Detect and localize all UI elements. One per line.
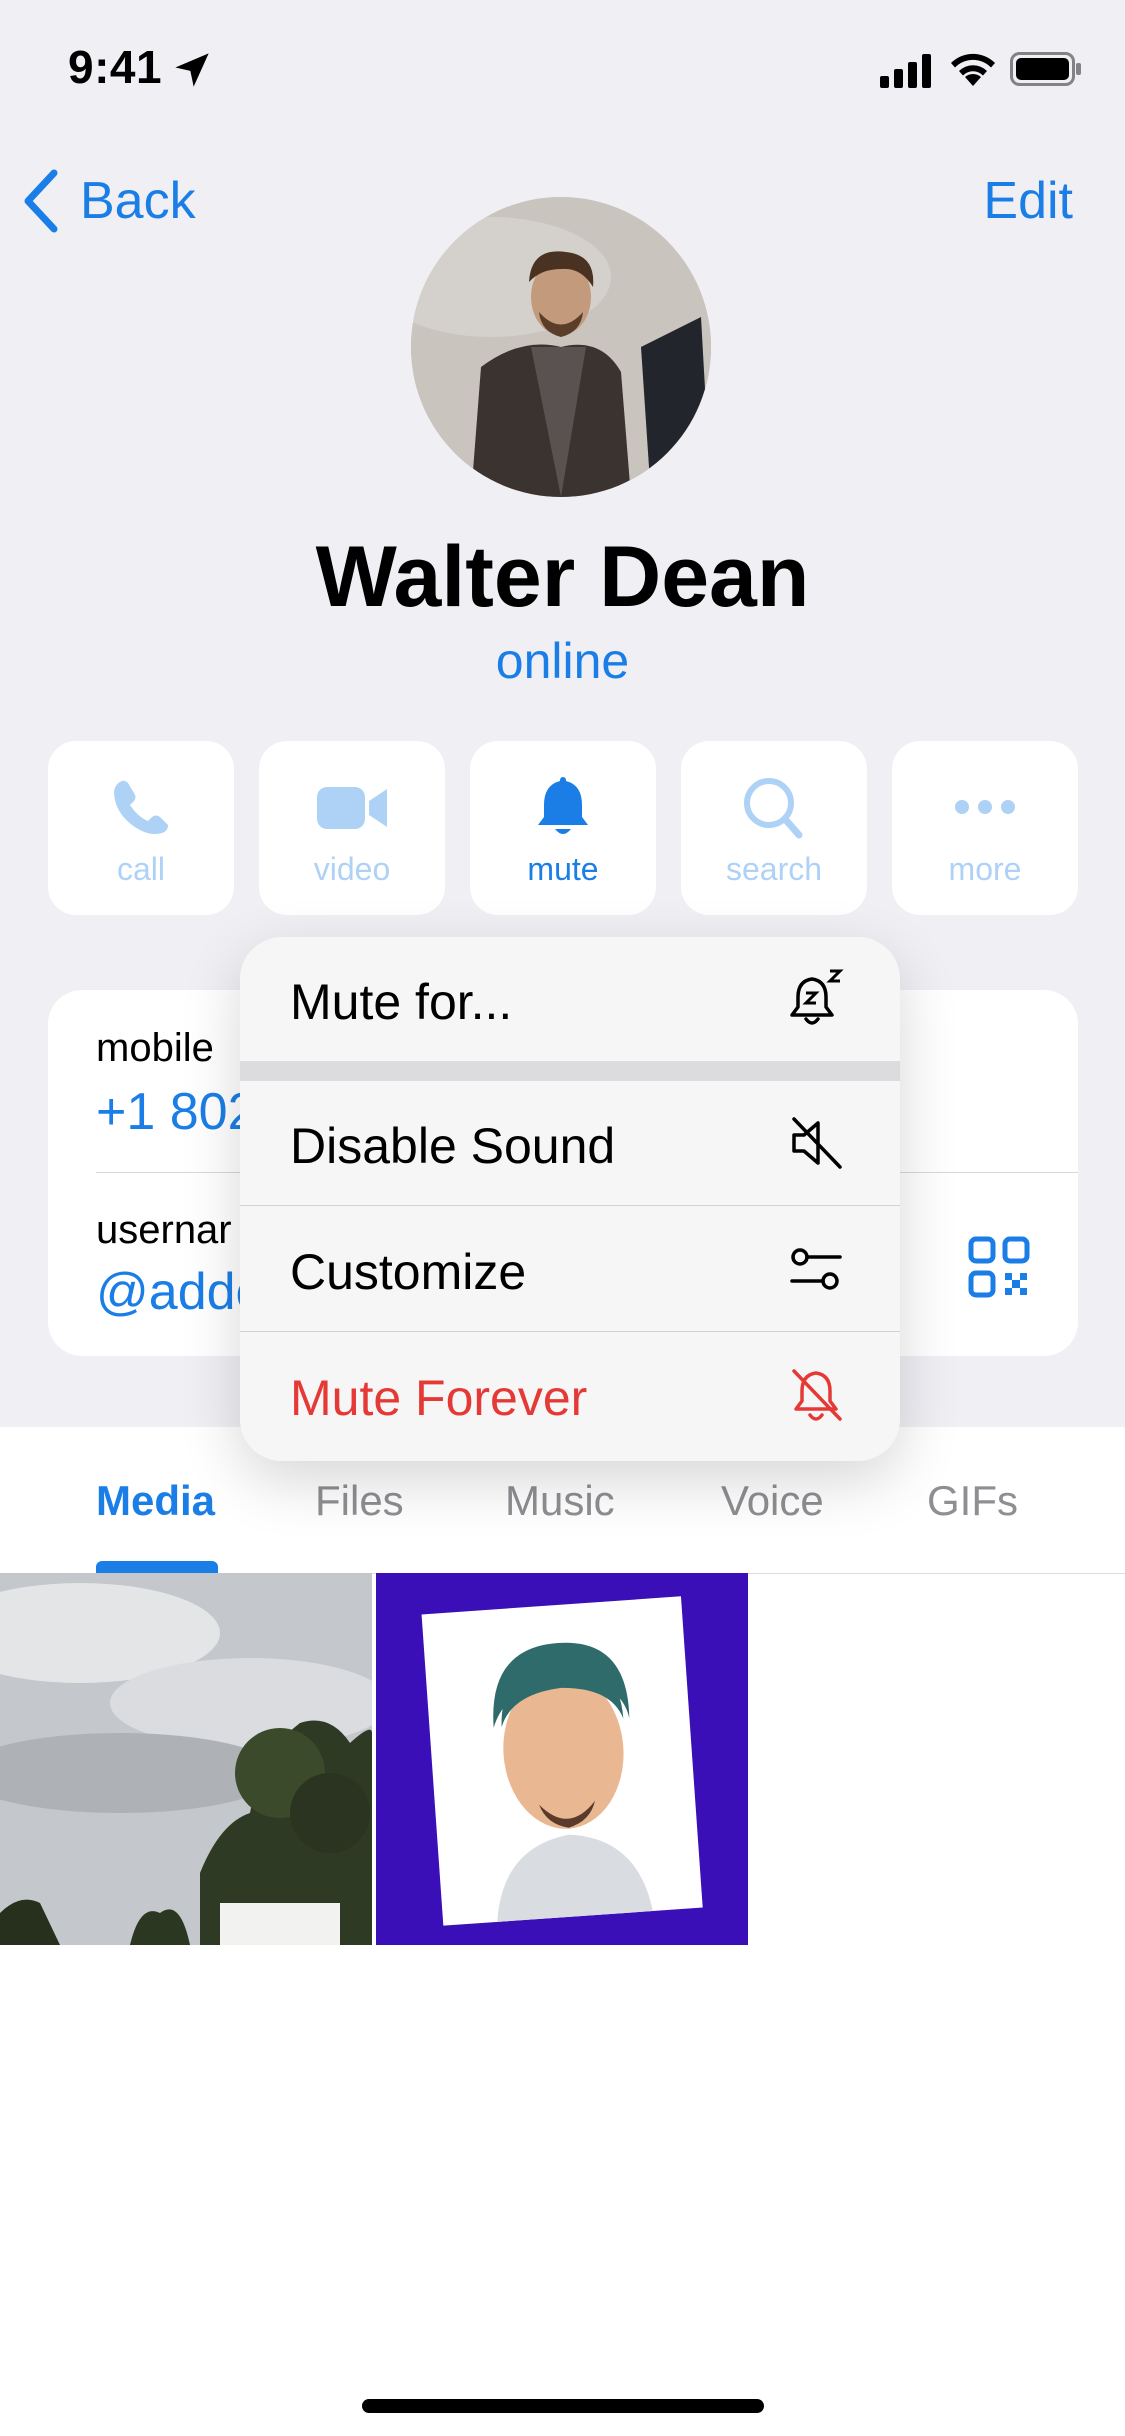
avatar[interactable]: [411, 197, 711, 497]
menu-divider: [240, 1205, 900, 1206]
wifi-icon: [951, 53, 995, 86]
more-button[interactable]: more: [892, 741, 1078, 915]
status-time: 9:41: [68, 41, 163, 93]
media-photo: [0, 1573, 372, 1945]
qr-code-icon[interactable]: [968, 1236, 1030, 1298]
media-thumbnail[interactable]: [0, 1573, 372, 1945]
chevron-left-icon: [24, 169, 58, 233]
avatar-photo: [411, 197, 711, 497]
search-label: search: [725, 851, 823, 887]
edit-button[interactable]: Edit: [983, 166, 1073, 236]
tab-media[interactable]: Media: [96, 1477, 215, 1525]
media-illustration: [376, 1573, 748, 1945]
video-camera-icon: [317, 787, 387, 829]
sliders-icon: [790, 1248, 842, 1290]
mobile-label: mobile: [96, 1026, 214, 1070]
mute-label: mute: [527, 851, 599, 887]
phone-icon: [114, 780, 168, 834]
search-button[interactable]: search: [681, 741, 867, 915]
speaker-muted-icon: [792, 1117, 842, 1169]
bell-zz-icon: [790, 969, 844, 1025]
mute-context-menu: Mute for... Disable Sound Customize Mute…: [240, 937, 900, 1461]
tab-voice[interactable]: Voice: [721, 1477, 824, 1525]
more-label: more: [948, 851, 1022, 887]
cellular-signal-icon: [880, 54, 931, 88]
menu-item-label: Mute for...: [290, 974, 513, 1030]
back-button[interactable]: Back: [22, 166, 196, 236]
tab-gifs[interactable]: GIFs: [927, 1477, 1018, 1525]
menu-item-mute-for[interactable]: Mute for...: [240, 937, 900, 1061]
location-arrow-icon: [175, 53, 209, 87]
call-button[interactable]: call: [48, 741, 234, 915]
username-label: usernar: [96, 1208, 232, 1252]
battery-icon: [1010, 52, 1081, 86]
action-buttons-row: call video mute search more: [48, 741, 1078, 915]
menu-item-mute-forever[interactable]: Mute Forever: [240, 1333, 900, 1457]
media-thumbnail[interactable]: [376, 1573, 748, 1945]
menu-item-disable-sound[interactable]: Disable Sound: [240, 1081, 900, 1205]
menu-section-gap: [240, 1061, 900, 1081]
menu-divider: [240, 1331, 900, 1332]
contact-name: Walter Dean: [315, 529, 810, 625]
search-icon: [744, 778, 803, 839]
menu-item-customize[interactable]: Customize: [240, 1207, 900, 1331]
call-label: call: [116, 851, 165, 887]
online-status: online: [495, 633, 630, 689]
tab-files[interactable]: Files: [315, 1477, 404, 1525]
tab-music[interactable]: Music: [505, 1477, 615, 1525]
home-indicator[interactable]: [362, 2399, 764, 2413]
more-dots-icon: [955, 800, 1015, 814]
active-tab-indicator: [96, 1561, 218, 1573]
video-label: video: [313, 851, 391, 887]
menu-item-label: Disable Sound: [290, 1118, 616, 1174]
mobile-value[interactable]: +1 802: [96, 1082, 257, 1142]
bell-icon: [538, 777, 588, 834]
mute-button[interactable]: mute: [470, 741, 656, 915]
menu-item-label: Mute Forever: [290, 1370, 588, 1426]
bell-slash-icon: [792, 1369, 842, 1421]
back-label: Back: [80, 172, 196, 230]
menu-item-label: Customize: [290, 1244, 527, 1300]
video-button[interactable]: video: [259, 741, 445, 915]
